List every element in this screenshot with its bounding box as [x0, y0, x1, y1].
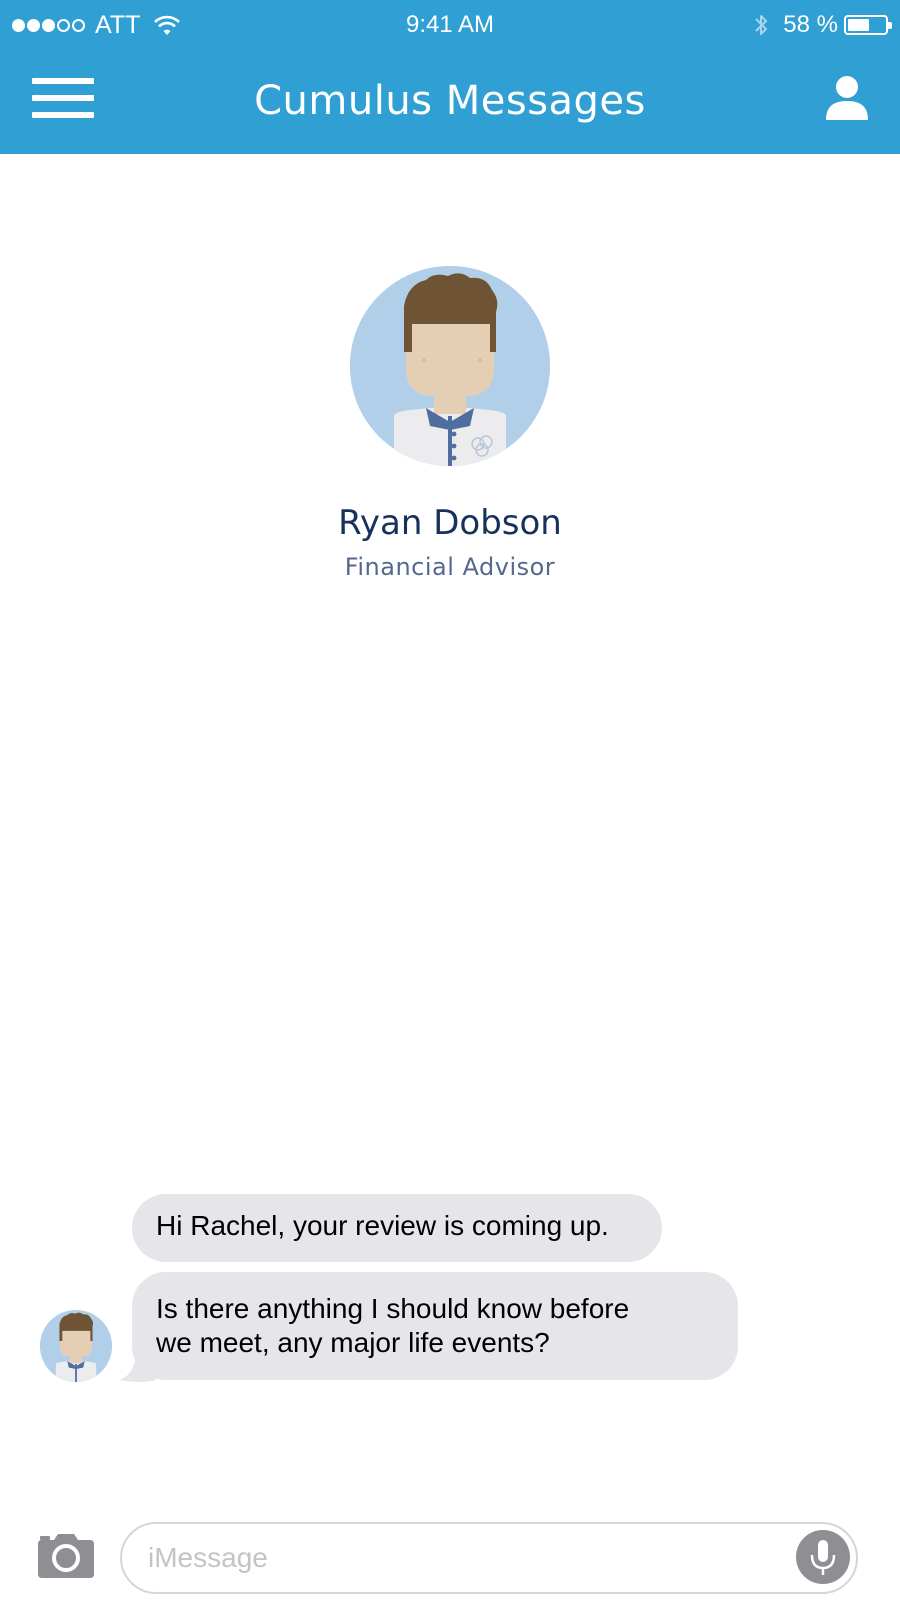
contact-name: Ryan Dobson — [338, 503, 562, 543]
person-avatar-icon — [350, 266, 550, 466]
battery-icon — [844, 15, 892, 35]
bluetooth-icon — [755, 15, 768, 35]
nav-bar: Cumulus Messages — [0, 50, 900, 154]
message-text-line: Is there anything I should know before — [156, 1293, 630, 1324]
app-title: Cumulus Messages — [254, 78, 646, 124]
battery-level-fill — [848, 19, 869, 31]
message-bubble: Is there anything I should know before w… — [132, 1272, 738, 1380]
sender-avatar — [40, 1310, 112, 1382]
camera-icon[interactable] — [36, 1532, 96, 1580]
message-text-line: we meet, any major life events? — [156, 1327, 550, 1358]
status-right: 58 % — [753, 11, 892, 39]
status-bar: ATT 9:41 AM 58 % — [0, 0, 900, 50]
screen: ATT 9:41 AM 58 % Cumulus Messages Ryan D… — [0, 0, 900, 1600]
message-input[interactable] — [120, 1522, 858, 1594]
person-icon[interactable] — [824, 74, 870, 122]
contact-role: Financial Advisor — [344, 553, 556, 581]
microphone-icon[interactable] — [796, 1530, 850, 1584]
battery-percentage: 58 % — [783, 11, 838, 38]
message-text: Hi Rachel, your review is coming up. — [156, 1210, 609, 1241]
message-bubble: Hi Rachel, your review is coming up. — [132, 1194, 662, 1262]
